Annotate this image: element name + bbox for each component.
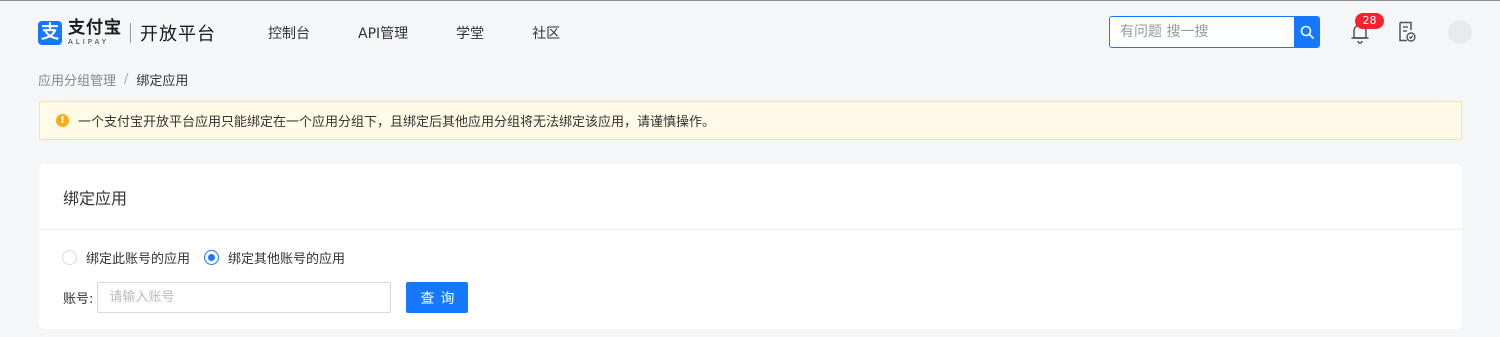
account-form-row: 账号: 查询 xyxy=(63,282,469,313)
nav-item-academy[interactable]: 学堂 xyxy=(456,23,484,43)
card-title: 绑定应用 xyxy=(63,188,128,208)
radio-circle-checked[interactable] xyxy=(204,250,220,265)
query-button[interactable]: 查询 xyxy=(406,282,469,313)
nav-item-community[interactable]: 社区 xyxy=(532,23,560,43)
user-avatar[interactable] xyxy=(1448,20,1472,44)
bind-app-card: 绑定应用 绑定此账号的应用 绑定其他账号的应用 账号: 查询 xyxy=(39,164,1462,329)
search-icon xyxy=(1300,25,1314,39)
document-icon[interactable] xyxy=(1398,21,1416,43)
radio-label: 绑定此账号的应用 xyxy=(86,252,191,267)
search-button[interactable] xyxy=(1294,17,1319,47)
breadcrumb: 应用分组管理 / 绑定应用 xyxy=(38,70,188,89)
logo-text: 支付宝 ALIPAY xyxy=(68,20,122,46)
breadcrumb-current: 绑定应用 xyxy=(136,74,189,89)
platform-name: 开放平台 xyxy=(140,24,216,45)
radio-bind-other-account[interactable]: 绑定其他账号的应用 xyxy=(204,248,345,267)
logo-divider xyxy=(130,23,131,43)
account-label: 账号: xyxy=(63,292,94,307)
breadcrumb-separator: / xyxy=(124,72,129,87)
radio-circle-unchecked[interactable] xyxy=(62,250,77,265)
card-header: 绑定应用 xyxy=(39,164,1462,230)
breadcrumb-app-group-management[interactable]: 应用分组管理 xyxy=(38,70,116,89)
top-navigation-bar: 支 支付宝 ALIPAY 开放平台 控制台 API管理 学堂 社区 28 xyxy=(0,0,1500,63)
notification-badge: 28 xyxy=(1355,13,1384,29)
alipay-logo-icon: 支 xyxy=(38,21,62,45)
brand-name-en: ALIPAY xyxy=(68,38,110,46)
main-nav: 控制台 API管理 学堂 社区 xyxy=(268,23,608,43)
account-input[interactable] xyxy=(97,282,392,313)
notice-text: 一个支付宝开放平台应用只能绑定在一个应用分组下，且绑定后其他应用分组将无法绑定该… xyxy=(78,115,716,130)
search-box xyxy=(1109,16,1320,48)
radio-label: 绑定其他账号的应用 xyxy=(228,252,346,267)
warning-icon: ! xyxy=(56,114,69,127)
radio-bind-this-account[interactable]: 绑定此账号的应用 xyxy=(62,248,190,267)
alipay-logo[interactable]: 支 支付宝 ALIPAY 开放平台 xyxy=(38,19,216,47)
warning-notice: ! 一个支付宝开放平台应用只能绑定在一个应用分组下，且绑定后其他应用分组将无法绑… xyxy=(39,101,1462,140)
search-input[interactable] xyxy=(1110,17,1294,47)
nav-item-api-management[interactable]: API管理 xyxy=(358,23,408,43)
brand-name-cn: 支付宝 xyxy=(68,18,122,38)
nav-item-console[interactable]: 控制台 xyxy=(268,23,310,43)
bind-type-radio-group: 绑定此账号的应用 绑定其他账号的应用 xyxy=(62,248,359,267)
